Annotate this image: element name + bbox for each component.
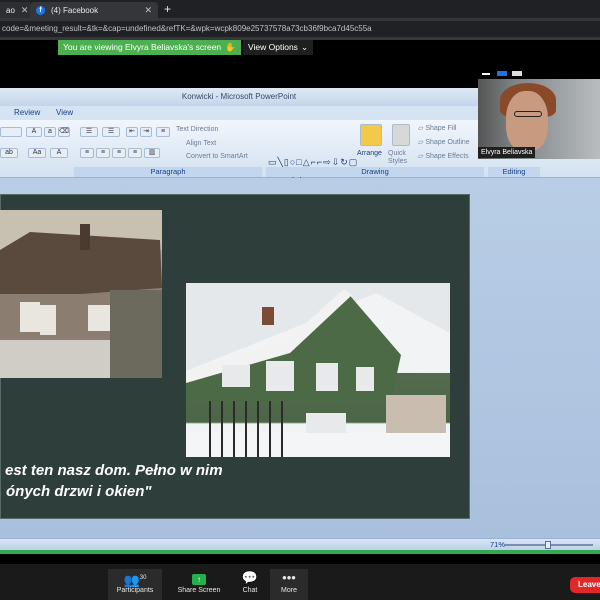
decrease-indent-icon[interactable]: ⇤ [126,127,138,137]
browser-tab-facebook[interactable]: f (4) Facebook ✕ [30,2,158,18]
video-controls [478,68,600,79]
ppt-ribbon-tabs: Review View [0,106,478,120]
chevron-down-icon: ⌄ [300,42,309,52]
share-screen-button[interactable]: ↑ Share Screen [176,569,222,600]
participant-name: Elvyra Beliavska [478,147,536,158]
house-photo-1 [0,210,162,378]
browser-tabstrip: ao ✕ f (4) Facebook ✕ + [0,0,600,18]
group-label-editing: Editing [488,167,540,177]
view-options-button[interactable]: View Options ⌄ [243,40,314,55]
align-center-icon[interactable]: ≡ [96,148,110,158]
tab-label: (4) Facebook [51,5,99,15]
leave-button[interactable]: Leave [570,577,600,593]
group-label-drawing: Drawing [266,167,484,177]
browser-tab-zoom[interactable]: ao ✕ [0,2,30,18]
participants-label: Participants [116,587,154,594]
zoom-percent: 71% [490,540,506,549]
close-icon[interactable]: ✕ [21,5,29,16]
address-bar: code=&meeting_result=&tk=&cap=undefined&… [0,18,600,40]
convert-smartart-button[interactable]: Convert to SmartArt [186,153,248,160]
columns-icon[interactable]: ▥ [144,148,160,158]
chat-button[interactable]: 💬 Chat [230,569,270,600]
shape-fill-button[interactable]: ▱ Shape Fill [418,124,456,132]
quick-styles-button[interactable]: Quick Styles [388,150,414,166]
zoom-slider-thumb[interactable] [545,541,551,549]
participant-glasses [514,111,542,117]
increase-indent-icon[interactable]: ⇥ [140,127,152,137]
url-input[interactable]: code=&meeting_result=&tk=&cap=undefined&… [0,21,600,37]
house-photo-2 [186,283,450,457]
caption-line-2: ónych drzwi i okien" [6,483,152,500]
viewing-screen-banner: You are viewing Elvyra Beliavska's scree… [58,40,241,55]
font-size-select[interactable] [0,127,22,137]
tab-label: ao [6,5,15,15]
align-left-icon[interactable]: ≡ [80,148,94,158]
ppt-title-bar: Konwicki - Microsoft PowerPoint [0,88,478,106]
view-options-label: View Options [248,42,298,52]
close-icon[interactable]: ✕ [144,5,152,16]
viewing-text: You are viewing Elvyra Beliavska's scree… [63,42,222,52]
caption-line-1: est ten nasz dom. Pełno w nim [5,462,223,479]
align-right-icon[interactable]: ≡ [112,148,126,158]
numbering-icon[interactable]: ☰ [102,127,120,137]
text-direction-button[interactable]: Text Direction [176,126,218,133]
hand-icon: ✋ [225,42,236,52]
participant-face [506,91,548,151]
maximize-icon[interactable] [512,71,522,76]
clear-format-icon[interactable]: ⌫ [58,127,70,137]
align-text-button[interactable]: Align Text [186,140,216,147]
chat-icon: 💬 [241,570,259,585]
zoom-window: ao ✕ f (4) Facebook ✕ + code=&meeting_re… [0,0,600,600]
bullets-icon[interactable]: ☰ [80,127,98,137]
char-spacing-icon[interactable]: ab [0,148,18,158]
more-button[interactable]: ••• More [270,569,308,600]
participants-icon: 👥30 [123,572,147,588]
change-case-icon[interactable]: Aa [28,148,46,158]
new-tab-button[interactable]: + [158,2,177,18]
tab-review[interactable]: Review [14,108,40,117]
more-icon: ••• [282,570,296,585]
share-screen-label: Share Screen [177,587,221,594]
tab-view[interactable]: View [56,108,73,117]
more-label: More [281,587,297,594]
chat-label: Chat [242,587,258,594]
minimize-icon[interactable] [482,73,490,75]
slide-caption: est ten nasz dom. Pełno w nim ónych drzw… [0,460,300,502]
shape-effects-button[interactable]: ▱ Shape Effects [418,152,469,160]
participants-button[interactable]: 👥30 Participants [108,569,162,600]
view-icon[interactable] [497,71,507,76]
quick-styles-icon[interactable] [392,124,410,146]
grow-font-icon[interactable]: A [26,127,42,137]
arrange-icon[interactable] [360,124,382,146]
arrange-button[interactable]: Arrange [357,150,382,157]
shape-outline-button[interactable]: ▱ Shape Outline [418,138,470,146]
font-color-icon[interactable]: A [50,148,68,158]
sharing-indicator-bar [0,550,600,554]
line-spacing-icon[interactable]: ≡ [156,127,170,137]
shrink-font-icon[interactable]: a [44,127,56,137]
share-screen-icon: ↑ [192,574,206,585]
justify-icon[interactable]: ≡ [128,148,142,158]
group-label-paragraph: Paragraph [74,167,262,177]
facebook-icon: f [36,5,45,15]
